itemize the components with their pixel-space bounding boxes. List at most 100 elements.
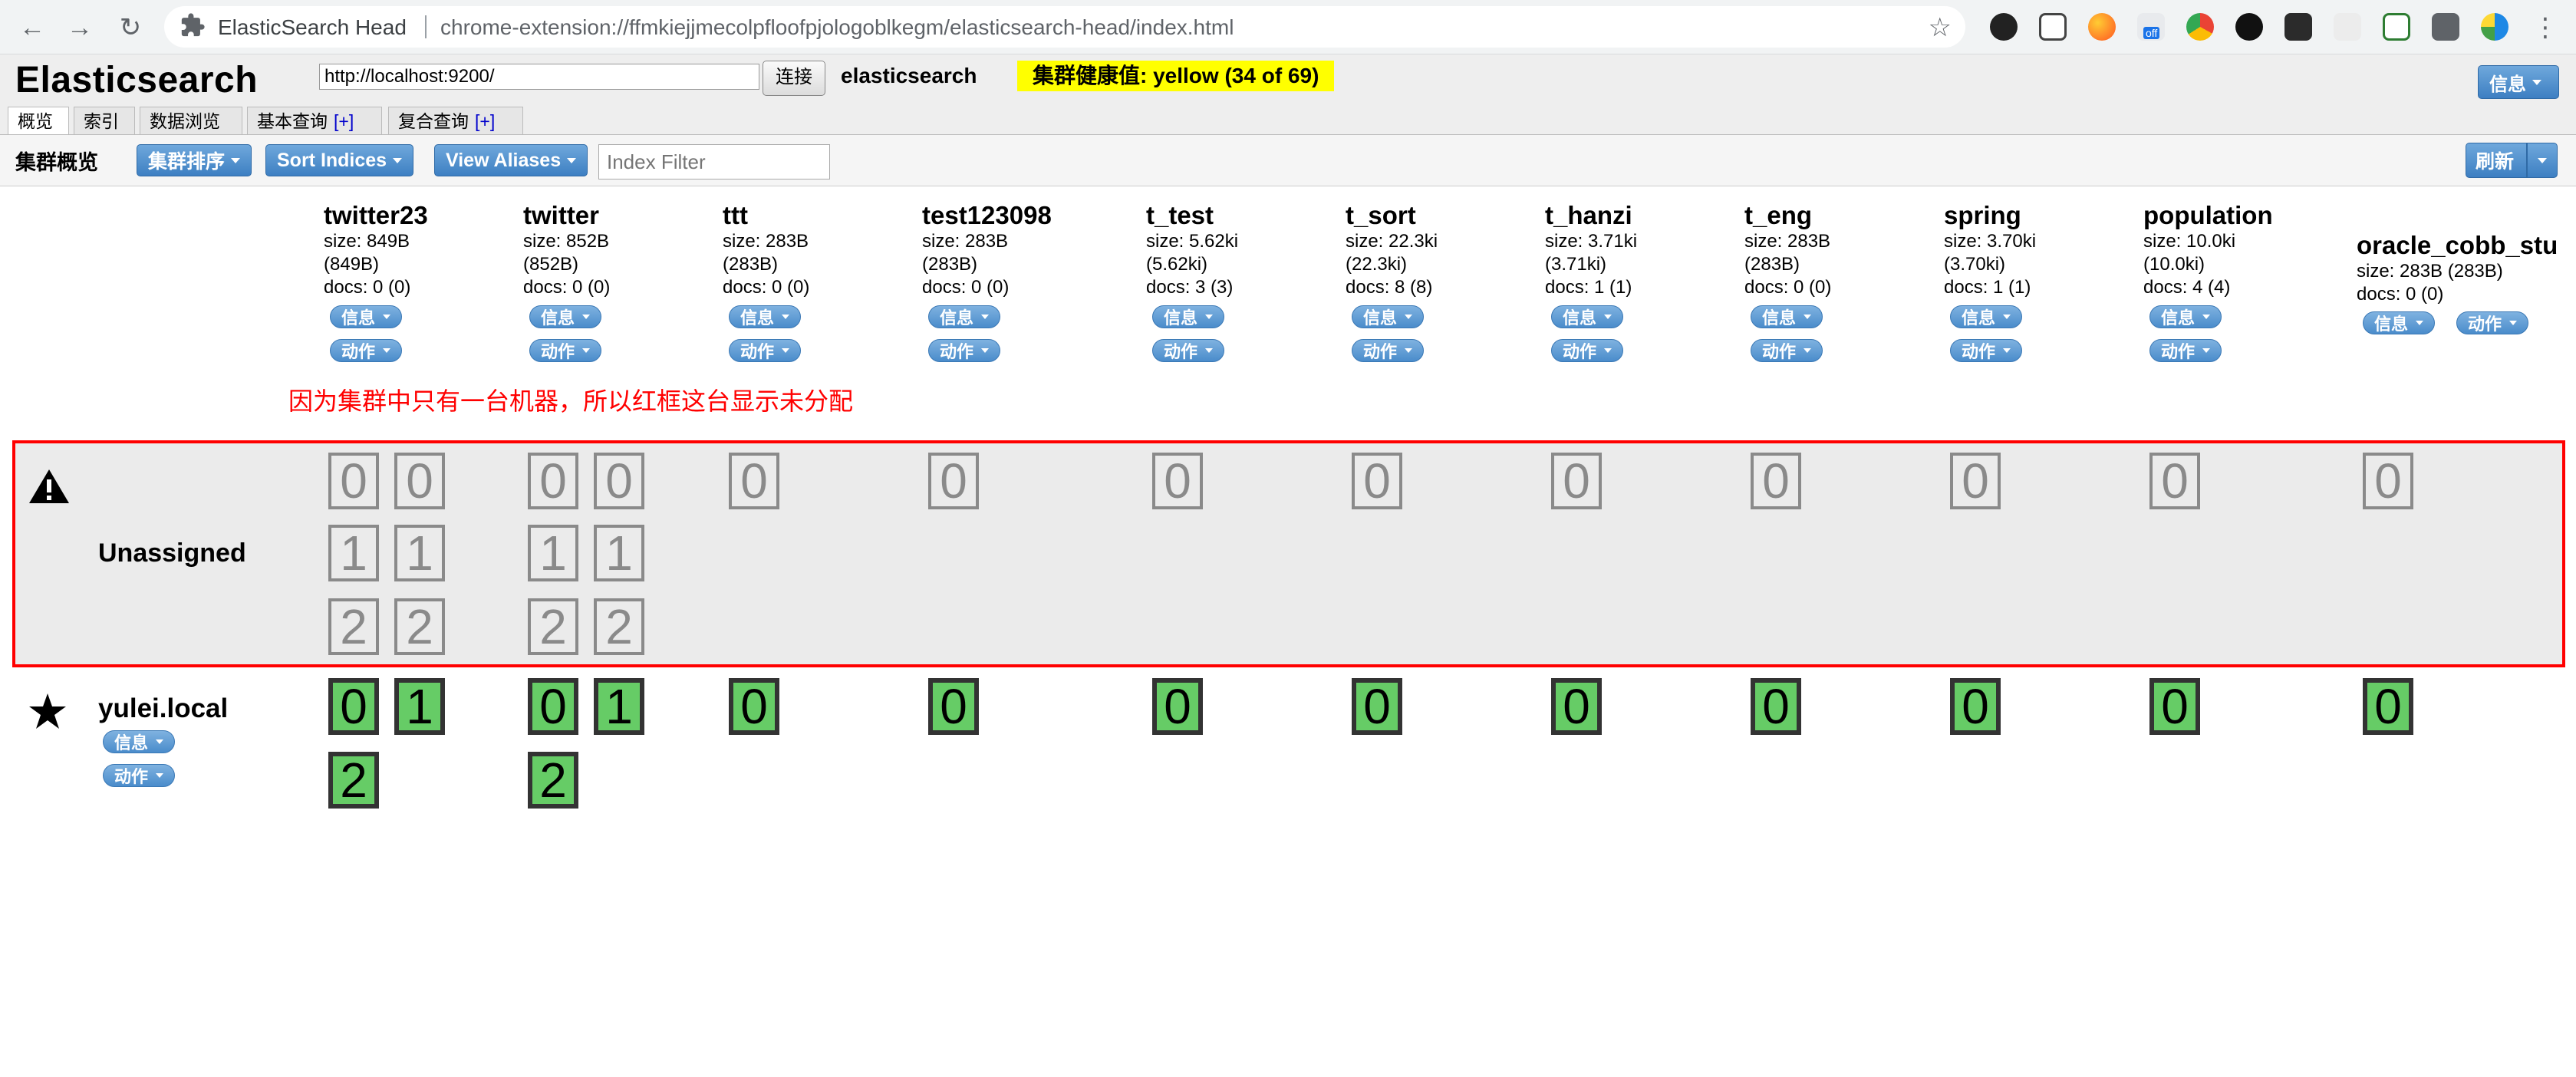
extension-s-icon[interactable] bbox=[1990, 13, 2018, 41]
unassigned-shard[interactable]: 2 bbox=[528, 598, 578, 655]
unassigned-shard[interactable]: 0 bbox=[394, 453, 445, 509]
tab-browser[interactable]: 数据浏览 bbox=[140, 107, 242, 134]
unassigned-shard[interactable]: 0 bbox=[1950, 453, 2001, 509]
node-action-button[interactable]: 动作 bbox=[103, 764, 176, 787]
tab-plus[interactable]: [+] bbox=[475, 111, 495, 131]
forward-arrow-icon[interactable]: → bbox=[63, 11, 97, 44]
unassigned-shard[interactable]: 0 bbox=[328, 453, 379, 509]
view-aliases-button[interactable]: View Aliases bbox=[434, 144, 588, 176]
node-info-button[interactable]: 信息 bbox=[103, 730, 176, 753]
unassigned-shard[interactable]: 0 bbox=[928, 453, 979, 509]
extension-key-icon[interactable] bbox=[2235, 13, 2263, 41]
chevron-down-icon bbox=[2003, 348, 2011, 353]
index-size: size: 3.71ki bbox=[1545, 231, 1638, 252]
started-shard[interactable]: 1 bbox=[394, 678, 445, 735]
started-shard[interactable]: 0 bbox=[729, 678, 779, 735]
index-action-button[interactable]: 动作 bbox=[2149, 339, 2222, 362]
started-shard[interactable]: 0 bbox=[928, 678, 979, 735]
index-action-button[interactable]: 动作 bbox=[1950, 339, 2023, 362]
index-action-button[interactable]: 动作 bbox=[729, 339, 802, 362]
index-action-button[interactable]: 动作 bbox=[1352, 339, 1425, 362]
sort-indices-button[interactable]: Sort Indices bbox=[265, 144, 414, 176]
index-info-button[interactable]: 信息 bbox=[1751, 305, 1823, 328]
unassigned-shard[interactable]: 0 bbox=[1152, 453, 1203, 509]
started-shard[interactable]: 0 bbox=[328, 678, 379, 735]
index-filter-input[interactable] bbox=[598, 144, 830, 180]
unassigned-shard[interactable]: 1 bbox=[328, 525, 379, 581]
extension-chrome-icon[interactable] bbox=[2186, 13, 2214, 41]
index-action-button[interactable]: 动作 bbox=[330, 339, 403, 362]
refresh-button[interactable]: 刷新 bbox=[2466, 143, 2527, 178]
index-info-button[interactable]: 信息 bbox=[1551, 305, 1624, 328]
unassigned-shard[interactable]: 1 bbox=[528, 525, 578, 581]
index-action-button[interactable]: 动作 bbox=[1751, 339, 1823, 362]
started-shard[interactable]: 0 bbox=[2149, 678, 2200, 735]
started-shard[interactable]: 0 bbox=[528, 678, 578, 735]
menu-dots-icon[interactable]: ⋮ bbox=[2528, 11, 2562, 44]
tab-overview[interactable]: 概览 bbox=[8, 107, 69, 136]
unassigned-shard[interactable]: 0 bbox=[2149, 453, 2200, 509]
tab-compound-query[interactable]: 复合查询 [+] bbox=[388, 107, 523, 134]
address-bar[interactable]: ElasticSearch Head chrome-extension://ff… bbox=[164, 6, 1965, 48]
bookmark-star-icon[interactable]: ☆ bbox=[1929, 12, 1952, 43]
index-info-button[interactable]: 信息 bbox=[2363, 311, 2436, 334]
unassigned-shard[interactable]: 0 bbox=[729, 453, 779, 509]
unassigned-shard[interactable]: 0 bbox=[1352, 453, 1402, 509]
extension-green-icon[interactable] bbox=[2383, 13, 2410, 41]
index-action-button[interactable]: 动作 bbox=[928, 339, 1001, 362]
extension-moon-icon[interactable] bbox=[2088, 13, 2116, 41]
extensions-puzzle-icon[interactable] bbox=[2432, 13, 2459, 41]
started-shard[interactable]: 2 bbox=[328, 752, 379, 809]
index-info-button[interactable]: 信息 bbox=[928, 305, 1001, 328]
extension-x-icon[interactable] bbox=[2284, 13, 2312, 41]
index-info-button[interactable]: 信息 bbox=[330, 305, 403, 328]
index-action-button[interactable]: 动作 bbox=[1551, 339, 1624, 362]
refresh-dropdown-button[interactable] bbox=[2527, 143, 2558, 178]
tab-basic-query[interactable]: 基本查询 [+] bbox=[247, 107, 382, 134]
index-info-button[interactable]: 信息 bbox=[729, 305, 802, 328]
unassigned-shard[interactable]: 0 bbox=[594, 453, 644, 509]
index-action-button[interactable]: 动作 bbox=[529, 339, 602, 362]
connect-button[interactable]: 连接 bbox=[763, 61, 825, 96]
index-info-button[interactable]: 信息 bbox=[529, 305, 602, 328]
started-shard[interactable]: 0 bbox=[1352, 678, 1402, 735]
index-info-button[interactable]: 信息 bbox=[1950, 305, 2023, 328]
extension-shield-icon[interactable] bbox=[2039, 13, 2067, 41]
started-shard[interactable]: 0 bbox=[1152, 678, 1203, 735]
unassigned-shard[interactable]: 0 bbox=[1551, 453, 1602, 509]
started-shard[interactable]: 2 bbox=[528, 752, 578, 809]
index-action-button[interactable]: 动作 bbox=[1152, 339, 1225, 362]
url-text[interactable]: chrome-extension://ffmkiejjmecolpfloofpj… bbox=[440, 15, 1234, 40]
unassigned-shard[interactable]: 0 bbox=[1751, 453, 1801, 509]
edge-icon[interactable] bbox=[2481, 13, 2508, 41]
started-shard[interactable]: 0 bbox=[1751, 678, 1801, 735]
chevron-down-icon bbox=[156, 739, 164, 744]
started-shard[interactable]: 0 bbox=[2363, 678, 2413, 735]
reload-icon[interactable]: ↻ bbox=[114, 11, 147, 44]
index-action-button[interactable]: 动作 bbox=[2456, 311, 2529, 334]
started-shard[interactable]: 0 bbox=[1950, 678, 2001, 735]
chevron-down-icon bbox=[2202, 348, 2211, 353]
unassigned-shard[interactable]: 2 bbox=[594, 598, 644, 655]
unassigned-shard[interactable]: 0 bbox=[2363, 453, 2413, 509]
back-arrow-icon[interactable]: ← bbox=[15, 11, 49, 44]
unassigned-shard[interactable]: 1 bbox=[394, 525, 445, 581]
started-shard[interactable]: 1 bbox=[594, 678, 644, 735]
extension-off-icon[interactable]: off bbox=[2137, 13, 2165, 41]
index-info-button[interactable]: 信息 bbox=[2149, 305, 2222, 328]
cluster-sort-button[interactable]: 集群排序 bbox=[137, 144, 252, 176]
unassigned-shard[interactable]: 0 bbox=[528, 453, 578, 509]
info-menu-button[interactable]: 信息 bbox=[2478, 65, 2559, 99]
index-info-button[interactable]: 信息 bbox=[1352, 305, 1425, 328]
index-info-button[interactable]: 信息 bbox=[1152, 305, 1225, 328]
unassigned-shard[interactable]: 1 bbox=[594, 525, 644, 581]
connect-url-input[interactable] bbox=[319, 64, 759, 90]
extension-grid-icon[interactable] bbox=[2334, 13, 2361, 41]
tab-indices[interactable]: 索引 bbox=[74, 107, 135, 134]
chevron-down-icon bbox=[1205, 315, 1214, 319]
tab-plus[interactable]: [+] bbox=[334, 111, 354, 131]
started-shard[interactable]: 0 bbox=[1551, 678, 1602, 735]
index-size: size: 283B (283B) bbox=[2357, 261, 2503, 282]
unassigned-shard[interactable]: 2 bbox=[394, 598, 445, 655]
unassigned-shard[interactable]: 2 bbox=[328, 598, 379, 655]
